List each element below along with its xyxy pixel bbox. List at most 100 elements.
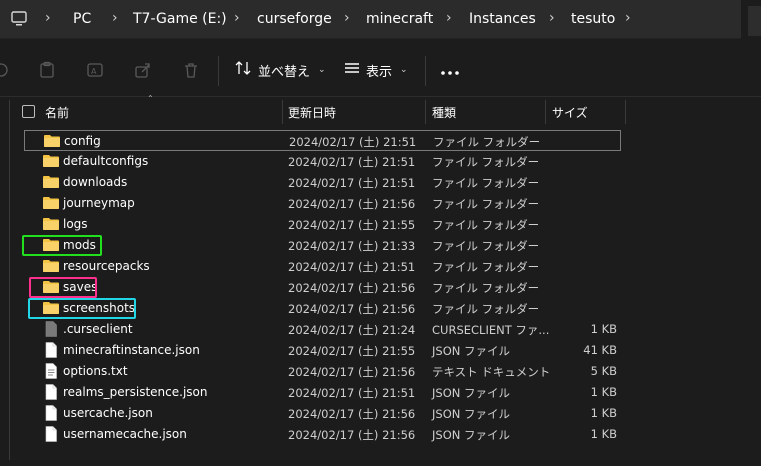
paste-icon[interactable] — [38, 61, 56, 79]
file-date: 2024/02/17 (土) 21:55 — [288, 344, 416, 358]
highlight-box-screenshots — [28, 298, 136, 319]
cut-icon[interactable] — [0, 61, 10, 79]
address-bar[interactable]: › PC › T7-Game (E:) › curseforge › minec… — [0, 0, 741, 39]
folder-icon — [42, 258, 60, 274]
view-icon — [344, 61, 360, 79]
computer-icon[interactable] — [10, 10, 28, 28]
file-date: 2024/02/17 (土) 21:24 — [288, 323, 416, 337]
column-divider[interactable] — [425, 100, 426, 124]
file-date: 2024/02/17 (土) 21:51 — [288, 386, 416, 400]
file-type: JSON ファイル — [432, 428, 511, 442]
generic-file-icon — [42, 321, 60, 337]
breadcrumb-drive[interactable]: T7-Game (E:) — [133, 11, 227, 27]
file-name: usernamecache.json — [63, 427, 187, 441]
file-name: downloads — [63, 175, 128, 189]
chevron-right-icon[interactable]: › — [446, 10, 452, 26]
file-row[interactable]: realms_persistence.json 2024/02/17 (土) 21… — [24, 382, 621, 403]
file-row[interactable]: .curseclient 2024/02/17 (土) 21:24 CURSECLI… — [24, 319, 621, 340]
file-name: resourcepacks — [63, 259, 150, 273]
sort-button[interactable]: 並べ替え ⌄ — [234, 60, 326, 80]
folder-icon — [43, 133, 61, 149]
file-date: 2024/02/17 (土) 21:51 — [288, 176, 416, 190]
file-type: ファイル フォルダー — [432, 197, 540, 211]
file-row[interactable]: config 2024/02/17 (土) 21:51 ファイル フォルダー — [24, 130, 621, 151]
file-type: ファイル フォルダー — [432, 302, 540, 316]
column-name[interactable]: 名前 — [45, 104, 69, 121]
folder-icon — [42, 153, 60, 169]
rename-icon[interactable]: A — [86, 61, 104, 79]
select-all-checkbox[interactable] — [22, 105, 35, 118]
file-row[interactable]: downloads 2024/02/17 (土) 21:51 ファイル フォルダー — [24, 172, 621, 193]
file-size: 1 KB — [590, 385, 617, 399]
file-icon — [42, 384, 60, 400]
column-divider[interactable] — [545, 100, 546, 124]
sort-label: 並べ替え — [258, 64, 311, 80]
file-name: journeymap — [63, 196, 135, 210]
more-options-button[interactable] — [440, 65, 460, 75]
search-box-edge[interactable] — [748, 6, 761, 36]
file-date: 2024/02/17 (土) 21:51 — [289, 135, 417, 149]
sort-icon — [234, 59, 252, 81]
file-size: 41 KB — [583, 343, 617, 357]
view-button[interactable]: 表示 ⌄ — [344, 60, 408, 80]
file-name: defaultconfigs — [63, 154, 149, 168]
file-row[interactable]: logs 2024/02/17 (土) 21:55 ファイル フォルダー — [24, 214, 621, 235]
file-type: JSON ファイル — [432, 344, 511, 358]
file-row[interactable]: resourcepacks 2024/02/17 (土) 21:51 ファイル フォ… — [24, 256, 621, 277]
file-type: CURSECLIENT ファ... — [432, 323, 550, 337]
file-name: realms_persistence.json — [63, 385, 208, 399]
breadcrumb-pc[interactable]: PC — [73, 11, 91, 27]
file-type: ファイル フォルダー — [432, 239, 540, 253]
highlight-box-mods — [22, 235, 102, 256]
chevron-right-icon[interactable]: › — [45, 10, 51, 26]
column-header: 名前 更新日時 種類 サイズ — [0, 100, 761, 124]
file-row[interactable]: minecraftinstance.json 2024/02/17 (土) 21:… — [24, 340, 621, 361]
file-icon — [42, 405, 60, 421]
folder-icon — [42, 174, 60, 190]
file-row[interactable]: saves 2024/02/17 (土) 21:56 ファイル フォルダー — [24, 277, 621, 298]
file-date: 2024/02/17 (土) 21:56 — [288, 197, 416, 211]
column-date[interactable]: 更新日時 — [288, 104, 336, 121]
file-name: options.txt — [63, 364, 128, 378]
file-date: 2024/02/17 (土) 21:51 — [288, 260, 416, 274]
chevron-right-icon[interactable]: › — [112, 10, 118, 26]
file-row[interactable]: defaultconfigs 2024/02/17 (土) 21:51 ファイル フ… — [24, 151, 621, 172]
file-row[interactable]: usernamecache.json 2024/02/17 (土) 21:56 JS… — [24, 424, 621, 445]
column-divider[interactable] — [625, 100, 626, 124]
file-type: ファイル フォルダー — [432, 218, 540, 232]
column-size[interactable]: サイズ — [552, 104, 588, 121]
file-type: ファイル フォルダー — [433, 135, 541, 149]
file-name: .curseclient — [63, 322, 133, 336]
file-date: 2024/02/17 (土) 21:51 — [288, 155, 416, 169]
breadcrumb-minecraft[interactable]: minecraft — [366, 11, 433, 27]
file-type: テキスト ドキュメント — [432, 365, 551, 379]
delete-icon[interactable] — [182, 61, 200, 79]
file-row[interactable]: options.txt 2024/02/17 (土) 21:56 テキスト ドキュメ… — [24, 361, 621, 382]
file-name: config — [64, 134, 101, 148]
file-icon — [42, 426, 60, 442]
file-date: 2024/02/17 (土) 21:56 — [288, 281, 416, 295]
breadcrumb-tesuto[interactable]: tesuto — [571, 11, 615, 27]
file-icon — [42, 342, 60, 358]
folder-icon — [42, 216, 60, 232]
column-divider[interactable] — [282, 100, 283, 124]
breadcrumb-instances[interactable]: Instances — [469, 11, 536, 27]
chevron-right-icon[interactable]: › — [344, 10, 350, 26]
file-row[interactable]: journeymap 2024/02/17 (土) 21:56 ファイル フォルダー — [24, 193, 621, 214]
chevron-right-icon[interactable]: › — [549, 10, 555, 26]
share-icon[interactable] — [134, 61, 152, 79]
toolbar-divider — [218, 56, 219, 86]
file-row[interactable]: mods 2024/02/17 (土) 21:33 ファイル フォルダー — [24, 235, 621, 256]
chevron-right-icon[interactable]: › — [625, 10, 631, 26]
view-label: 表示 — [366, 64, 393, 80]
file-row[interactable]: usercache.json 2024/02/17 (土) 21:56 JSON フ… — [24, 403, 621, 424]
file-type: JSON ファイル — [432, 386, 511, 400]
file-date: 2024/02/17 (土) 21:56 — [288, 302, 416, 316]
breadcrumb-curseforge[interactable]: curseforge — [257, 11, 332, 27]
column-type[interactable]: 種類 — [432, 104, 456, 121]
chevron-right-icon[interactable]: › — [234, 10, 240, 26]
chevron-down-icon: ⌄ — [400, 65, 408, 75]
file-size: 1 KB — [590, 406, 617, 420]
file-size: 5 KB — [590, 364, 617, 378]
toolbar-divider — [425, 56, 426, 86]
